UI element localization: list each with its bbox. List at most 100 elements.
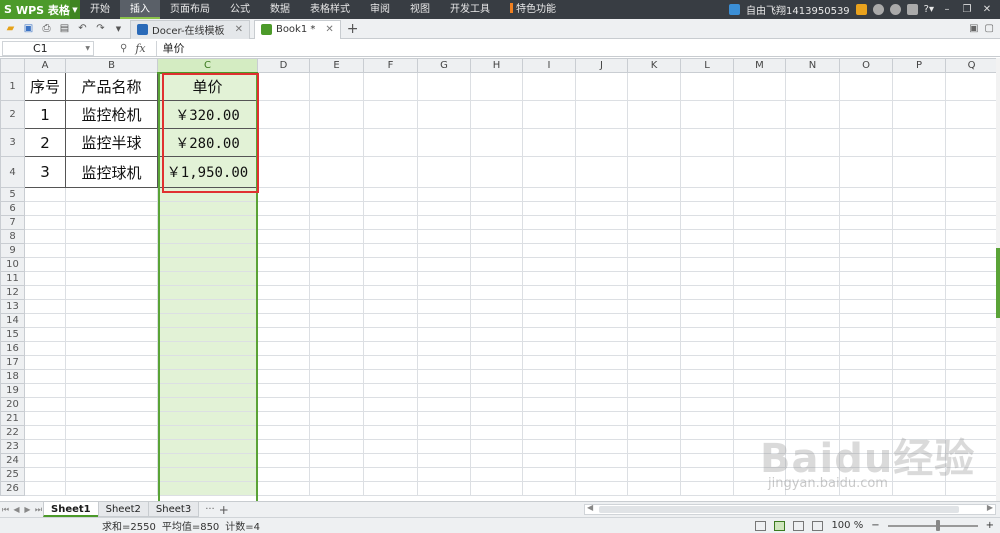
row-header[interactable]: 11 [0,271,25,286]
row-header[interactable]: 7 [0,215,25,230]
cell[interactable] [575,215,628,230]
cell[interactable] [257,215,310,230]
cell[interactable] [65,327,158,342]
cell[interactable] [522,481,576,496]
cell[interactable] [680,100,734,129]
zoom-in-icon[interactable]: + [986,520,994,531]
cell[interactable] [470,425,523,440]
cell[interactable] [24,383,66,398]
vertical-scrollbar-thumb[interactable] [996,248,1000,318]
cell[interactable] [157,397,258,412]
cell[interactable] [257,257,310,272]
cell[interactable] [470,481,523,496]
cell[interactable] [892,341,946,356]
cell[interactable] [363,229,418,244]
cell[interactable] [575,327,628,342]
cell[interactable] [157,369,258,384]
cell[interactable] [157,453,258,468]
name-box[interactable]: C1 ▼ [2,40,94,56]
cell[interactable] [24,313,66,328]
cell[interactable] [839,425,893,440]
column-header[interactable]: F [363,58,418,73]
cell[interactable] [65,229,158,244]
mail-icon[interactable] [855,4,867,15]
cell[interactable] [522,271,576,286]
cell[interactable] [945,327,996,342]
cell[interactable] [892,355,946,370]
cell[interactable] [945,341,996,356]
cell[interactable] [575,355,628,370]
cell[interactable] [680,383,734,398]
cell[interactable] [157,467,258,482]
cell[interactable] [945,229,996,244]
cell[interactable] [363,397,418,412]
close-icon[interactable]: ✕ [325,24,333,35]
horizontal-scrollbar[interactable]: ◀ ▶ [584,503,996,515]
cell[interactable] [65,369,158,384]
cell[interactable] [257,187,310,202]
cell[interactable] [24,397,66,412]
cell[interactable] [24,355,66,370]
cell[interactable] [65,355,158,370]
cell[interactable] [257,453,310,468]
cell[interactable]: ￥1,950.00 [157,156,258,188]
cell[interactable] [680,299,734,314]
cell[interactable] [839,341,893,356]
cell[interactable] [945,271,996,286]
cell[interactable] [417,397,471,412]
cell[interactable] [575,229,628,244]
cell[interactable] [733,355,786,370]
minimize-icon[interactable]: – [940,3,954,17]
cell[interactable] [24,439,66,454]
cell[interactable]: 3 [24,156,66,188]
row-header[interactable]: 23 [0,439,25,454]
cell[interactable] [417,271,471,286]
cell[interactable] [733,243,786,258]
cell[interactable] [470,355,523,370]
cell[interactable] [309,299,364,314]
cell[interactable] [24,327,66,342]
cell[interactable] [892,201,946,216]
cell[interactable] [627,271,681,286]
chevron-down-icon[interactable]: ▼ [85,45,90,52]
row-header[interactable]: 19 [0,383,25,398]
cell[interactable] [733,327,786,342]
row-header[interactable]: 15 [0,327,25,342]
cell[interactable] [575,257,628,272]
cell[interactable] [680,229,734,244]
cell[interactable] [733,201,786,216]
cell[interactable] [522,313,576,328]
cell[interactable] [733,187,786,202]
cell[interactable] [892,156,946,188]
cell[interactable] [627,369,681,384]
cell[interactable] [680,439,734,454]
undo-icon[interactable]: ↶ [75,21,90,36]
cell[interactable] [522,341,576,356]
cell[interactable] [157,411,258,426]
cell[interactable] [785,285,840,300]
row-header[interactable]: 25 [0,467,25,482]
cell[interactable] [785,156,840,188]
cell[interactable] [627,439,681,454]
cell[interactable] [945,187,996,202]
cell[interactable] [733,411,786,426]
cell[interactable] [65,215,158,230]
cell[interactable] [575,187,628,202]
cell[interactable] [733,156,786,188]
cell[interactable] [24,187,66,202]
cell[interactable] [627,411,681,426]
cell[interactable] [363,341,418,356]
menu-item[interactable]: 开始 [80,0,120,19]
cell[interactable] [945,100,996,129]
scroll-left-icon[interactable]: ◀ [587,503,593,512]
cell[interactable]: 单价 [157,72,258,101]
cell[interactable] [157,285,258,300]
cell[interactable] [839,299,893,314]
cell[interactable] [680,467,734,482]
cell[interactable] [627,229,681,244]
cell[interactable]: 监控枪机 [65,100,158,129]
cell[interactable] [575,369,628,384]
cell[interactable] [892,257,946,272]
cell[interactable] [892,128,946,157]
cell[interactable] [733,313,786,328]
